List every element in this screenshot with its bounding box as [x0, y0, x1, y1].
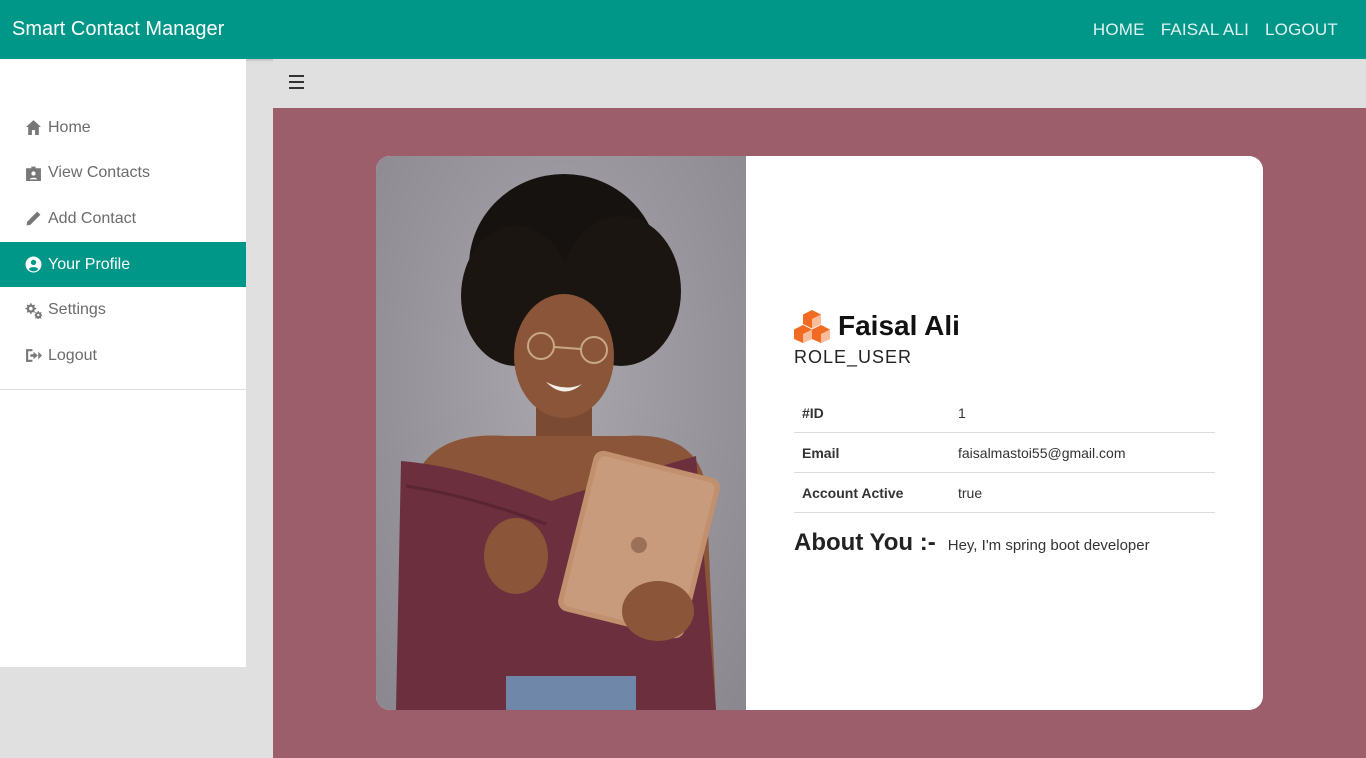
about-section: About You :- Hey, I'm spring boot develo… — [794, 529, 1215, 557]
contacts-icon — [26, 166, 41, 181]
sidebar-item-label: Settings — [48, 301, 106, 319]
profile-photo — [376, 156, 746, 710]
profile-photo-illustration — [396, 174, 720, 710]
sidebar-item-label: Home — [48, 118, 91, 136]
profile-name: Faisal Ali — [838, 309, 960, 341]
brand-title[interactable]: Smart Contact Manager — [12, 18, 224, 41]
content-topbar — [273, 59, 1366, 108]
profile-name-row: Faisal Ali — [794, 309, 1215, 343]
table-row: Email faisalmastoi55@gmail.com — [794, 432, 1215, 474]
top-navbar: Smart Contact Manager HOME FAISAL ALI LO… — [0, 0, 1366, 59]
gears-icon — [25, 302, 42, 319]
sidebar-divider — [0, 389, 246, 390]
table-row: Account Active true — [794, 472, 1215, 514]
profile-details-table: #ID 1 Email faisalmastoi55@gmail.com Acc… — [794, 392, 1215, 514]
profile-info: Faisal Ali ROLE_USER #ID 1 Email faisalm… — [746, 156, 1263, 710]
home-icon — [26, 120, 41, 136]
sidebar-item-home[interactable]: Home — [0, 105, 246, 151]
hamburger-menu-icon[interactable] — [289, 75, 304, 89]
field-value: 1 — [950, 392, 1215, 434]
field-value: faisalmastoi55@gmail.com — [950, 432, 1215, 474]
sidebar-item-label: View Contacts — [48, 164, 150, 182]
field-value: true — [950, 472, 1215, 514]
cubes-logo-icon — [794, 309, 830, 343]
sidebar-item-your-profile[interactable]: Your Profile — [0, 241, 246, 288]
sidebar-item-label: Your Profile — [48, 255, 131, 273]
sidebar-item-label: Logout — [48, 346, 97, 364]
sidebar-item-logout[interactable]: Logout — [0, 333, 246, 379]
nav-user-link[interactable]: FAISAL ALI — [1153, 20, 1257, 40]
sidebar-item-view-contacts[interactable]: View Contacts — [0, 151, 246, 197]
sidebar-item-label: Add Contact — [48, 209, 137, 227]
about-title: About You :- — [794, 529, 936, 557]
nav-links: HOME FAISAL ALI LOGOUT — [1085, 20, 1354, 40]
profile-role: ROLE_USER — [794, 346, 913, 367]
main-content: Faisal Ali ROLE_USER #ID 1 Email faisalm… — [273, 108, 1366, 758]
nav-logout-link[interactable]: LOGOUT — [1257, 20, 1346, 40]
pencil-icon — [26, 212, 41, 226]
field-key: #ID — [794, 392, 950, 434]
profile-card: Faisal Ali ROLE_USER #ID 1 Email faisalm… — [376, 156, 1263, 710]
sidebar: Home View Contacts Add Contact Your Prof… — [0, 59, 246, 667]
sidebar-item-settings[interactable]: Settings — [0, 287, 246, 333]
field-key: Email — [794, 432, 950, 474]
about-text: Hey, I'm spring boot developer — [947, 537, 1150, 555]
nav-home-link[interactable]: HOME — [1085, 20, 1153, 40]
logout-icon — [26, 349, 42, 363]
table-row: #ID 1 — [794, 392, 1215, 434]
field-key: Account Active — [794, 472, 950, 514]
user-circle-icon — [25, 256, 42, 273]
sidebar-item-add-contact[interactable]: Add Contact — [0, 196, 246, 242]
